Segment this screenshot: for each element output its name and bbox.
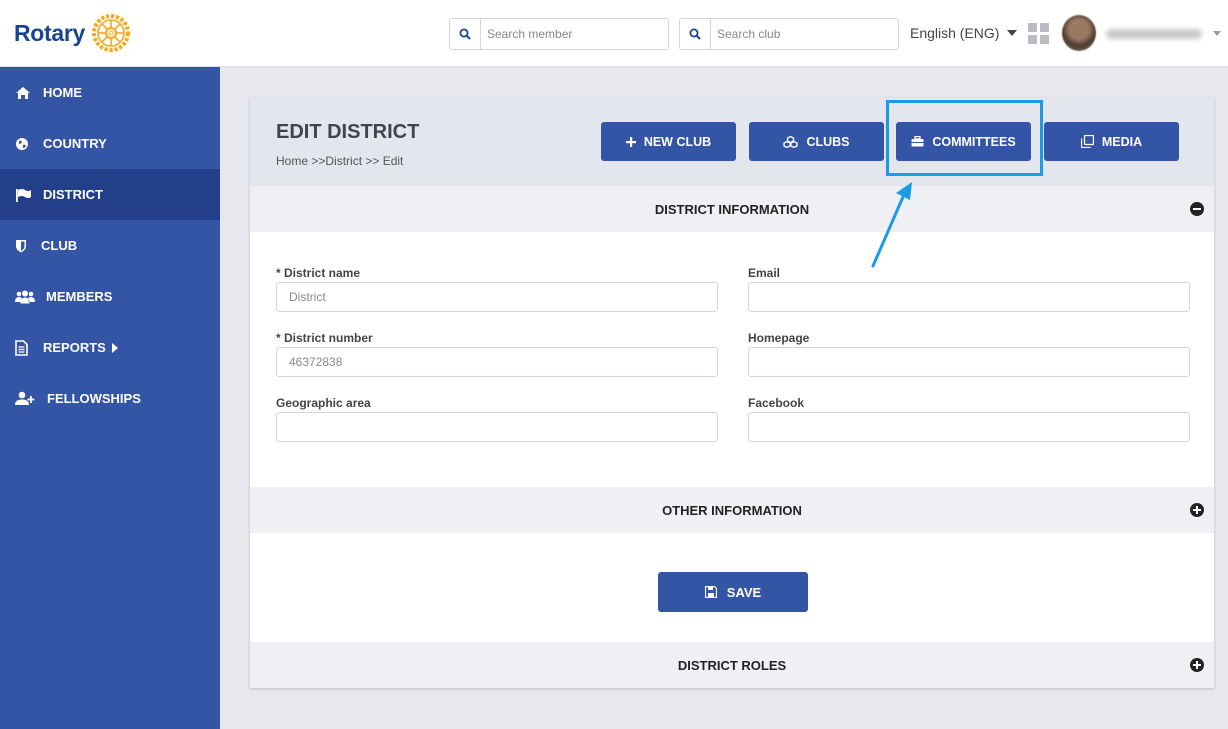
briefcase-icon (911, 136, 924, 147)
save-button[interactable]: SAVE (658, 572, 808, 612)
section-title: DISTRICT INFORMATION (654, 201, 810, 217)
homepage-field[interactable] (748, 347, 1190, 377)
rotary-logo[interactable]: Rotary (14, 11, 133, 55)
section-title: DISTRICT ROLES (677, 657, 787, 673)
cubes-icon (783, 135, 799, 148)
sidebar-item-country[interactable]: COUNTRY (0, 118, 220, 169)
breadcrumb[interactable]: Home >>District >> Edit (276, 154, 403, 168)
committees-label: COMMITTEES (932, 134, 1016, 149)
document-icon (15, 339, 37, 357)
globe-icon (15, 135, 37, 153)
committees-button[interactable]: COMMITTEES (896, 122, 1031, 161)
avatar[interactable] (1062, 15, 1096, 51)
search-member-box (449, 18, 669, 50)
section-title: OTHER INFORMATION (662, 502, 802, 518)
collapse-icon[interactable] (1190, 202, 1204, 216)
geographic-area-field[interactable] (276, 412, 718, 442)
homepage-label: Homepage (748, 331, 810, 345)
floppy-disk-icon (704, 586, 717, 598)
sidebar: HOME COUNTRY DISTRICT CLUB MEMBERS REPOR… (0, 67, 220, 729)
sidebar-item-home[interactable]: HOME (0, 67, 220, 118)
chevron-down-icon[interactable] (1213, 31, 1221, 36)
page-title: EDIT DISTRICT (276, 121, 420, 143)
shield-icon (15, 237, 35, 255)
apps-grid-icon[interactable] (1028, 23, 1049, 44)
sidebar-item-label: FELLOWSHIPS (47, 391, 141, 406)
chevron-right-icon (111, 342, 118, 353)
search-club-input[interactable] (711, 27, 891, 41)
district-roles-header[interactable]: DISTRICT ROLES (250, 642, 1214, 688)
search-club-box (679, 18, 899, 50)
plus-icon (625, 136, 636, 147)
clubs-label: CLUBS (806, 134, 850, 149)
new-club-label: NEW CLUB (643, 134, 712, 149)
facebook-field[interactable] (748, 412, 1190, 442)
district-information-header[interactable]: DISTRICT INFORMATION (250, 186, 1214, 232)
email-field[interactable] (748, 282, 1190, 312)
sidebar-item-reports[interactable]: REPORTS (0, 322, 220, 373)
chevron-down-icon (1007, 30, 1018, 36)
clubs-button[interactable]: CLUBS (749, 122, 884, 161)
district-number-label: * District number (276, 331, 373, 345)
rotary-wheel-icon (92, 14, 131, 52)
edit-district-card: EDIT DISTRICT Home >>District >> Edit NE… (250, 98, 1214, 688)
district-name-label: * District name (276, 266, 361, 280)
card-header: EDIT DISTRICT Home >>District >> Edit NE… (250, 98, 1214, 186)
search-icon[interactable] (450, 19, 481, 49)
language-selector[interactable]: English (ENG) (910, 25, 1018, 41)
sidebar-item-district[interactable]: DISTRICT (0, 169, 220, 220)
search-member-input[interactable] (481, 27, 661, 41)
media-button[interactable]: MEDIA (1044, 122, 1179, 161)
media-label: MEDIA (1101, 134, 1143, 149)
email-label: Email (748, 266, 781, 280)
media-icon (1080, 135, 1094, 148)
expand-icon[interactable] (1190, 503, 1204, 517)
expand-icon[interactable] (1190, 658, 1204, 672)
user-plus-icon (15, 390, 41, 408)
sidebar-item-fellowships[interactable]: FELLOWSHIPS (0, 373, 220, 424)
district-number-field[interactable] (276, 347, 718, 377)
language-label: English (ENG) (910, 25, 1000, 41)
sidebar-item-members[interactable]: MEMBERS (0, 271, 220, 322)
new-club-button[interactable]: NEW CLUB (601, 122, 736, 161)
geographic-area-label: Geographic area (276, 396, 371, 410)
top-header: Rotary Engl (0, 0, 1228, 67)
logo-text: Rotary (14, 19, 86, 46)
facebook-label: Facebook (748, 396, 805, 410)
users-icon (15, 288, 40, 306)
home-icon (15, 84, 37, 102)
sidebar-item-label: CLUB (41, 238, 78, 253)
user-name-blurred[interactable] (1106, 29, 1202, 39)
sidebar-item-label: DISTRICT (43, 187, 103, 202)
search-icon[interactable] (680, 19, 711, 49)
sidebar-item-label: COUNTRY (43, 136, 107, 151)
sidebar-item-label: HOME (43, 85, 82, 100)
district-name-field[interactable] (276, 282, 718, 312)
sidebar-item-label: REPORTS (43, 340, 106, 355)
sidebar-item-label: MEMBERS (46, 289, 113, 304)
flag-icon (15, 186, 37, 204)
save-label: SAVE (726, 584, 762, 600)
other-information-header[interactable]: OTHER INFORMATION (250, 487, 1214, 533)
sidebar-item-club[interactable]: CLUB (0, 220, 220, 271)
